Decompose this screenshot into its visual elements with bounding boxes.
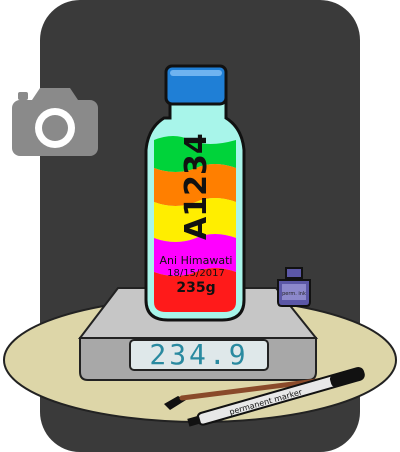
scale-reading: 234.9 bbox=[149, 338, 248, 371]
ink-label: perm. ink bbox=[282, 291, 306, 297]
bottle-weight: 235g bbox=[176, 280, 215, 296]
lab-weighing-illustration: 234.9 A1234 Ani Himawati 18/15/2017 235g… bbox=[3, 0, 397, 452]
bottle-date: 18/15/2017 bbox=[167, 268, 225, 279]
bottle-name: Ani Himawati bbox=[160, 254, 233, 267]
bottle-code: A1234 bbox=[179, 133, 214, 240]
